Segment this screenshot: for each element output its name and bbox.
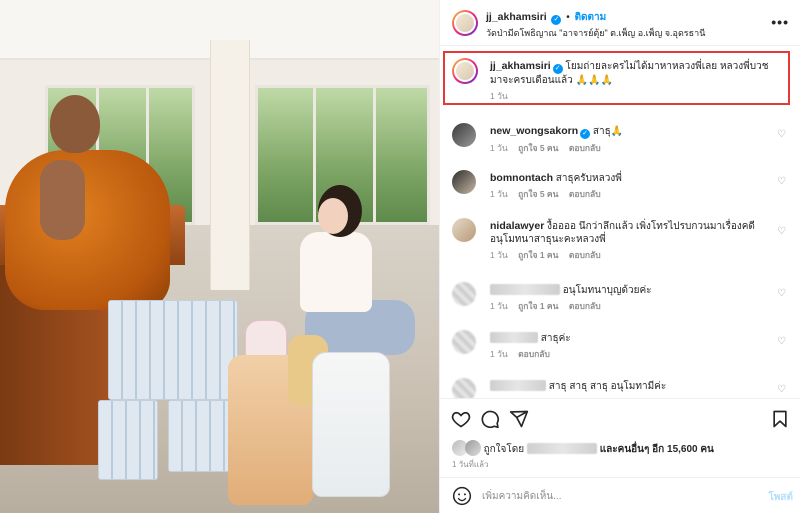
comment-time[interactable]: 1 วัน (490, 301, 508, 311)
follow-button[interactable]: ติดตาม (575, 12, 607, 23)
photo-water-pack (108, 300, 238, 400)
reply-button[interactable]: ตอบกลับ (569, 301, 601, 311)
comment-like-heart-icon[interactable]: ♡ (777, 336, 786, 347)
comment-text: สาธุครับหลวงพี่ (555, 173, 622, 184)
emoji-icon[interactable] (452, 486, 472, 506)
comment-meta: 1 วัน ถูกใจ 1 คน ตอบกลับ (490, 249, 770, 262)
comment-meta: 1 วัน ถูกใจ 5 คน ตอบกลับ (490, 188, 770, 201)
header-userline: jj_akhamsiri ✓ • ติดตาม (486, 10, 606, 25)
comment-meta: 1 วัน ถูกใจ 5 คน ตอบกลับ (490, 142, 770, 155)
reply-button[interactable]: ตอบกลับ (569, 143, 601, 153)
photo-pillar (210, 40, 250, 290)
blurred-liker-username (526, 443, 597, 454)
blurred-username (490, 332, 538, 343)
commenter-avatar[interactable] (452, 123, 476, 147)
comment-like-heart-icon[interactable]: ♡ (777, 288, 786, 299)
comment-username[interactable]: new_wongsakorn (490, 125, 578, 137)
comment-body: new_wongsakorn ✓ สาธุ🙏 1 วัน ถูกใจ 5 คน ต… (490, 125, 770, 155)
comment-body: bomnontach สาธุครับหลวงพี่ 1 วัน ถูกใจ 5… (490, 172, 770, 201)
dot-separator: • (566, 12, 570, 23)
photo-water-pack (98, 400, 158, 480)
post-photo[interactable] (0, 0, 439, 513)
comment-input[interactable] (482, 486, 742, 506)
post-timestamp[interactable]: 1 วันที่แล้ว (452, 458, 488, 471)
comment-time[interactable]: 1 วัน (490, 250, 508, 260)
caption-meta: 1 วัน (490, 90, 770, 103)
likes-prefix: ถูกใจโดย (483, 444, 525, 455)
post-side-panel: jj_akhamsiri ✓ • ติดตาม วัดป่ามีดโพธิญาณ… (439, 0, 800, 513)
photo-woman-face (318, 198, 348, 234)
verified-badge-icon: ✓ (580, 129, 591, 139)
post-header: jj_akhamsiri ✓ • ติดตาม วัดป่ามีดโพธิญาณ… (440, 0, 800, 46)
caption-avatar[interactable] (452, 58, 478, 84)
reply-button[interactable]: ตอบกลับ (569, 250, 601, 260)
comment-body: สาธุ สาธุ สาธุ อนุโมทามีค่ะ (490, 380, 770, 393)
likes-summary: ถูกใจโดย และคนอื่นๆ อีก 15,600 คน (452, 440, 714, 457)
reply-button[interactable]: ตอบกลับ (569, 189, 601, 199)
comment-icon[interactable] (480, 409, 500, 429)
reply-button[interactable]: ตอบกลับ (518, 349, 550, 359)
liker-avatar[interactable] (464, 440, 481, 456)
comment-meta: 1 วัน ตอบกลับ (490, 348, 770, 361)
commenter-avatar-blurred[interactable] (452, 378, 476, 398)
comment-like-heart-icon[interactable]: ♡ (777, 384, 786, 395)
comment-meta: 1 วัน ถูกใจ 1 คน ตอบกลับ (490, 300, 770, 313)
send-icon[interactable] (509, 409, 529, 429)
author-username[interactable]: jj_akhamsiri (486, 11, 547, 23)
post-comment-button[interactable]: โพสต์ (768, 490, 793, 505)
commenter-avatar-blurred[interactable] (452, 282, 476, 306)
comment-time[interactable]: 1 วัน (490, 349, 508, 359)
blurred-username (490, 380, 546, 391)
comment-like-heart-icon[interactable]: ♡ (777, 226, 786, 237)
photo-plastic-bag (312, 352, 390, 497)
comment-likes[interactable]: ถูกใจ 5 คน (518, 143, 558, 153)
author-avatar[interactable] (452, 10, 478, 36)
comment-likes[interactable]: ถูกใจ 1 คน (518, 250, 558, 260)
comment-likes[interactable]: ถูกใจ 5 คน (518, 189, 558, 199)
comment-time[interactable]: 1 วัน (490, 143, 508, 153)
comment-text: สาธุ🙏 (592, 126, 624, 137)
comment-body: สาธุค่ะ 1 วัน ตอบกลับ (490, 332, 770, 361)
post-location[interactable]: วัดป่ามีดโพธิญาณ "อาจารย์ตุ้ย" ต.เพ็ญ อ.… (486, 26, 705, 40)
blurred-username (490, 284, 560, 295)
bookmark-icon[interactable] (770, 409, 790, 429)
comment-text: สาธุค่ะ (540, 333, 571, 344)
comments-list: jj_akhamsiri ✓ โยมถ่ายละครไม่ได้มาหาหลวงพ… (440, 46, 800, 398)
caption-body: jj_akhamsiri ✓ โยมถ่ายละครไม่ได้มาหาหลวงพ… (490, 60, 770, 103)
photo-monk-robe (5, 150, 170, 310)
comment-body: อนุโมทนาบุญด้วยค่ะ 1 วัน ถูกใจ 1 คน ตอบก… (490, 284, 770, 313)
comment-time[interactable]: 1 วัน (490, 189, 508, 199)
caption-time[interactable]: 1 วัน (490, 91, 508, 101)
likes-count[interactable]: และคนอื่นๆ อีก 15,600 คน (600, 444, 714, 455)
comment-like-heart-icon[interactable]: ♡ (777, 129, 786, 140)
comment-username[interactable]: nidalawyer (490, 220, 544, 232)
heart-icon[interactable] (451, 409, 471, 429)
verified-badge-icon: ✓ (551, 15, 562, 25)
comment-like-heart-icon[interactable]: ♡ (777, 176, 786, 187)
photo-monk-arm (40, 160, 85, 240)
comment-username[interactable]: bomnontach (490, 172, 553, 184)
commenter-avatar-blurred[interactable] (452, 330, 476, 354)
caption-username[interactable]: jj_akhamsiri (490, 60, 551, 72)
comment-composer: โพสต์ (440, 477, 800, 513)
commenter-avatar[interactable] (452, 170, 476, 194)
photo-water-pack (168, 400, 230, 472)
commenter-avatar[interactable] (452, 218, 476, 242)
more-horizontal-icon[interactable]: ••• (771, 14, 789, 30)
post-action-bar (440, 398, 800, 438)
comment-text: สาธุ สาธุ สาธุ อนุโมทามีค่ะ (548, 381, 667, 392)
verified-badge-icon: ✓ (552, 64, 563, 74)
photo-monk-head (50, 95, 100, 153)
comment-body: nidalawyer งื้ออออ นึกว่าลึกแล้ว เพิ่งโท… (490, 220, 770, 262)
comment-text: อนุโมทนาบุญด้วยค่ะ (562, 285, 652, 296)
comment-likes[interactable]: ถูกใจ 1 คน (518, 301, 558, 311)
photo-woman-shirt (300, 232, 372, 312)
